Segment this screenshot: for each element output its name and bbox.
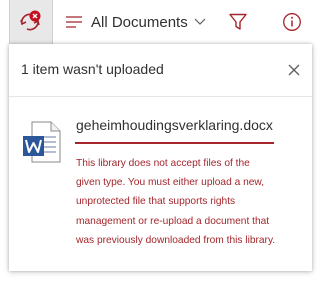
chevron-down-icon — [194, 18, 206, 25]
upload-errors-callout: 1 item wasn't uploaded geheimhoudingsver… — [9, 44, 312, 271]
filter-icon — [229, 13, 247, 30]
close-icon — [288, 64, 300, 76]
file-name: geheimhoudingsverklaring.docx — [76, 117, 273, 133]
error-underline — [75, 142, 274, 144]
sync-error-icon — [20, 10, 41, 31]
info-button[interactable] — [282, 12, 302, 37]
callout-title: 1 item wasn't uploaded — [21, 61, 164, 77]
error-message: This library does not accept files of th… — [76, 158, 276, 246]
divider — [9, 96, 312, 97]
info-icon — [283, 13, 301, 31]
view-label: All Documents — [91, 13, 188, 31]
filter-button[interactable] — [229, 13, 247, 36]
sync-status-button[interactable] — [9, 0, 53, 44]
word-document-icon — [22, 121, 62, 168]
list-view-icon — [66, 16, 82, 28]
command-bar: All Documents — [0, 0, 321, 44]
close-button[interactable] — [288, 63, 300, 81]
view-switcher-button[interactable]: All Documents — [66, 10, 206, 34]
